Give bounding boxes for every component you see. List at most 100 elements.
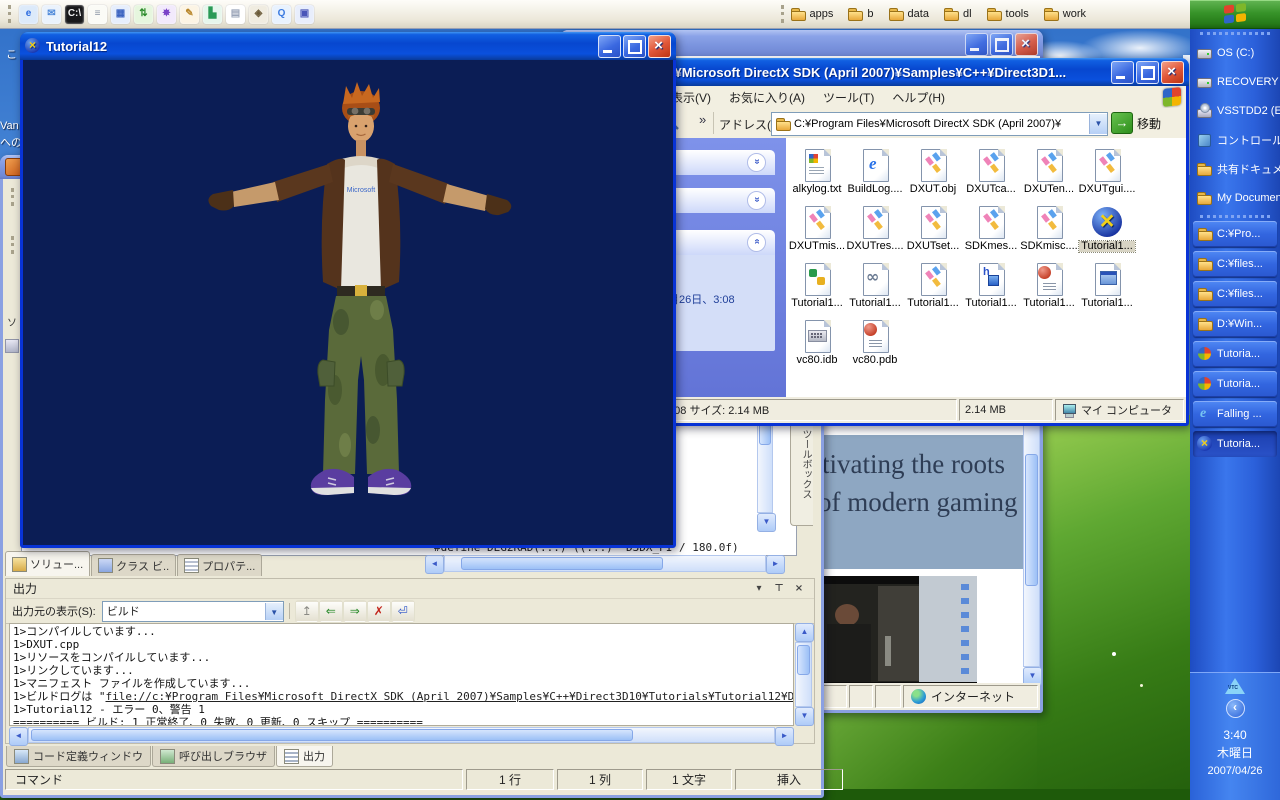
document-icon[interactable]: ▤: [226, 5, 245, 24]
vs-docked-tab-fragment[interactable]: ソ: [3, 314, 21, 329]
film-icon[interactable]: ▣: [295, 5, 314, 24]
output-hscrollbar[interactable]: ◄ ►: [9, 727, 794, 743]
vs-toolbar-icon[interactable]: [5, 339, 19, 353]
output-header[interactable]: 出力 ▾⊤×: [6, 579, 814, 598]
tool-window-tab[interactable]: プロパテ...: [177, 554, 262, 576]
build-log-link[interactable]: file://c:¥Program Files¥Microsoft Direct…: [106, 690, 795, 703]
toolbar-folder-work[interactable]: work: [1043, 6, 1086, 22]
scrollbar-thumb[interactable]: [461, 557, 663, 570]
file-item[interactable]: Tutorial1...: [904, 260, 962, 317]
menu-item[interactable]: ヘルプ(H): [892, 89, 945, 106]
scrollbar-thumb[interactable]: [1025, 454, 1038, 586]
ie-icon[interactable]: e: [19, 5, 38, 24]
file-item[interactable]: Tutorial1...: [788, 260, 846, 317]
desktop-toolbar-item[interactable]: OS (C:): [1190, 38, 1280, 67]
file-item[interactable]: SDKmisc....: [1020, 203, 1078, 260]
scroll-left-icon[interactable]: ◄: [9, 727, 28, 746]
file-item[interactable]: Tutorial1...: [1078, 203, 1136, 260]
close-button[interactable]: [1161, 61, 1184, 84]
toolbar-grip[interactable]: [8, 5, 11, 23]
chevron-double-up-icon[interactable]: »: [747, 233, 766, 252]
command-prompt-icon[interactable]: C:\: [65, 5, 84, 24]
word-wrap-icon[interactable]: ⏎: [392, 601, 414, 622]
taskbar-window-button[interactable]: Tutoria...: [1193, 341, 1277, 367]
desktop-toolbar-item[interactable]: コントロール パ: [1190, 125, 1280, 154]
close-button[interactable]: [1015, 33, 1038, 56]
file-item[interactable]: DXUTca...: [962, 146, 1020, 203]
gallery-icon[interactable]: ✸: [157, 5, 176, 24]
file-item[interactable]: Tutorial1...: [846, 260, 904, 317]
file-item[interactable]: DXUTset...: [904, 203, 962, 260]
panel-tab[interactable]: コード定義ウィンドウ: [6, 746, 151, 767]
go-button[interactable]: → 移動: [1111, 112, 1161, 134]
tray-collapse-chevron-icon[interactable]: ‹: [1226, 699, 1245, 718]
file-item[interactable]: DXUTen...: [1020, 146, 1078, 203]
taskbar-window-button[interactable]: Falling ...: [1193, 401, 1277, 427]
menu-item[interactable]: 表示(V): [671, 89, 711, 106]
tool-window-tab[interactable]: ソリュー...: [5, 551, 90, 576]
toolbar-grip[interactable]: [781, 5, 784, 23]
file-item[interactable]: DXUTmis...: [788, 203, 846, 260]
scroll-down-icon[interactable]: ▼: [795, 707, 814, 726]
menu-item[interactable]: ツール(T): [823, 89, 874, 106]
toolbox-tab[interactable]: ツールボックス: [790, 420, 813, 526]
ftp-icon[interactable]: ⇅: [134, 5, 153, 24]
desktop-toolbar-item[interactable]: 共有ドキュメン: [1190, 154, 1280, 183]
taskbar-window-button[interactable]: D:¥Win...: [1193, 311, 1277, 337]
notepad-icon[interactable]: ≡: [88, 5, 107, 24]
toolbar-grip[interactable]: [1200, 215, 1270, 218]
scrollbar-thumb[interactable]: [797, 645, 810, 675]
chevron-double-down-icon[interactable]: »: [747, 191, 766, 210]
toolbar-folder-b[interactable]: b: [847, 6, 873, 22]
minimize-button[interactable]: [1111, 61, 1134, 84]
chart-icon[interactable]: ▙: [203, 5, 222, 24]
file-item[interactable]: Tutorial1...: [1078, 260, 1136, 317]
minimize-button[interactable]: [598, 35, 621, 58]
tool-window-tab[interactable]: クラス ビ..: [91, 554, 176, 576]
d3d-viewport[interactable]: Microsoft: [23, 60, 673, 545]
file-item[interactable]: Tutorial1...: [1020, 260, 1078, 317]
panel-tab[interactable]: 呼び出しブラウザ: [152, 746, 275, 767]
scroll-right-icon[interactable]: ►: [775, 727, 794, 746]
taskbar-window-button[interactable]: Tutoria...: [1193, 371, 1277, 397]
scroll-down-icon[interactable]: ▼: [757, 513, 776, 532]
close-button[interactable]: [648, 35, 671, 58]
toolbar-grip[interactable]: [1200, 32, 1270, 35]
chevron-double-down-icon[interactable]: »: [747, 153, 766, 172]
toolbar-folder-tools[interactable]: tools: [986, 6, 1029, 22]
editor-hscrollbar[interactable]: ◄ ►: [425, 555, 785, 572]
file-item[interactable]: DXUTgui....: [1078, 146, 1136, 203]
desktop-toolbar-item[interactable]: My Documen: [1190, 183, 1280, 212]
desktop-toolbar-item[interactable]: RECOVERY: [1190, 67, 1280, 96]
vtc-tray-icon[interactable]: [1225, 678, 1245, 694]
goto-message-icon[interactable]: ↥: [296, 601, 318, 622]
toolbar-folder-dl[interactable]: dl: [943, 6, 972, 22]
scroll-left-icon[interactable]: ◄: [425, 555, 444, 574]
ink-icon[interactable]: ◈: [249, 5, 268, 24]
file-item[interactable]: alkylog.txt: [788, 146, 846, 203]
toolbar-folder-data[interactable]: data: [888, 6, 929, 22]
taskbar-window-button[interactable]: Tutoria...: [1193, 431, 1277, 457]
next-message-icon[interactable]: ⇒: [344, 601, 366, 622]
tutorial12-titlebar[interactable]: Tutorial12: [20, 32, 676, 60]
auto-hide-pin-icon[interactable]: ⊤: [771, 581, 787, 596]
quicktime-icon[interactable]: Q: [272, 5, 291, 24]
scrollbar-thumb[interactable]: [31, 729, 633, 741]
output-scrollbar[interactable]: ▲ ▼: [795, 623, 812, 726]
calendar-icon[interactable]: ▦: [111, 5, 130, 24]
window-menu-icon[interactable]: ▾: [751, 581, 767, 596]
panel-tab[interactable]: 出力: [276, 746, 333, 767]
file-item[interactable]: DXUT.obj: [904, 146, 962, 203]
prev-message-icon[interactable]: ⇐: [320, 601, 342, 622]
file-item[interactable]: DXUTres....: [846, 203, 904, 260]
toolbar-overflow-chevron[interactable]: »: [699, 112, 706, 127]
file-item[interactable]: vc80.idb: [788, 317, 846, 374]
file-item[interactable]: BuildLog....: [846, 146, 904, 203]
menu-item[interactable]: お気に入り(A): [729, 89, 805, 106]
scroll-right-icon[interactable]: ►: [766, 555, 785, 574]
clear-all-icon[interactable]: ✗: [368, 601, 390, 622]
maximize-button[interactable]: [990, 33, 1013, 56]
close-icon[interactable]: ×: [791, 581, 807, 596]
chevron-down-icon[interactable]: ▼: [1089, 114, 1107, 134]
chevron-down-icon[interactable]: ▼: [265, 603, 283, 620]
